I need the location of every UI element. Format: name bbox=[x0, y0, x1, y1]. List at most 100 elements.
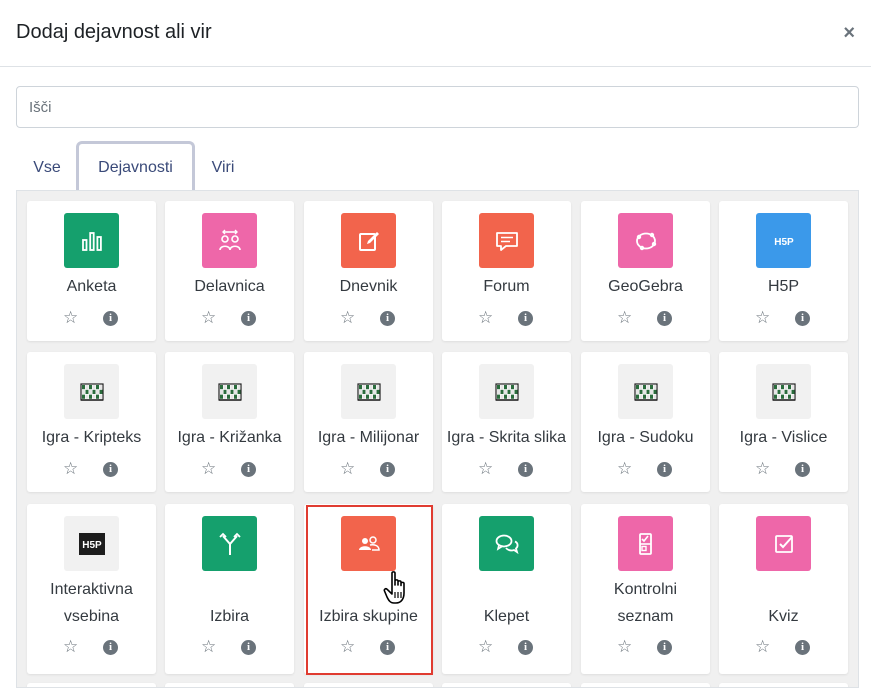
activity-label: Delavnica bbox=[194, 278, 265, 295]
activity-card[interactable]: Igra - Sudoku ☆ i bbox=[581, 352, 710, 492]
info-icon[interactable]: i bbox=[657, 640, 672, 655]
activity-label: Igra - Milijonar bbox=[317, 429, 420, 446]
star-icon[interactable]: ☆ bbox=[201, 460, 216, 478]
game-grid-icon bbox=[341, 364, 396, 419]
game-grid-icon bbox=[618, 364, 673, 419]
activity-card[interactable]: Klepet ☆ i bbox=[442, 504, 571, 674]
activity-card[interactable]: Kontrolni seznam ☆ i bbox=[581, 504, 710, 674]
info-icon[interactable]: i bbox=[795, 640, 810, 655]
info-icon[interactable]: i bbox=[657, 462, 672, 477]
activity-card[interactable]: GeoGebra ☆ i bbox=[581, 201, 710, 341]
activity-card-partial bbox=[719, 683, 848, 687]
tab-vse[interactable]: Vse bbox=[21, 141, 73, 191]
activity-card[interactable]: Igra - Milijonar ☆ i bbox=[304, 352, 433, 492]
activity-label: Kviz bbox=[768, 608, 799, 625]
info-icon[interactable]: i bbox=[241, 462, 256, 477]
activity-label-line2: seznam bbox=[617, 608, 674, 625]
star-icon[interactable]: ☆ bbox=[478, 460, 493, 478]
checklist-icon bbox=[618, 516, 673, 571]
star-icon[interactable]: ☆ bbox=[755, 309, 770, 327]
star-icon[interactable]: ☆ bbox=[201, 309, 216, 327]
info-icon[interactable]: i bbox=[518, 640, 533, 655]
star-icon[interactable]: ☆ bbox=[340, 638, 355, 656]
activity-label: Igra - Križanka bbox=[177, 429, 282, 446]
activity-label: Klepet bbox=[483, 608, 530, 625]
info-icon[interactable]: i bbox=[241, 311, 256, 326]
info-icon[interactable]: i bbox=[380, 462, 395, 477]
activity-card[interactable]: Izbira ☆ i bbox=[165, 504, 294, 674]
activity-card-partial bbox=[304, 683, 433, 687]
info-icon[interactable]: i bbox=[103, 311, 118, 326]
info-icon[interactable]: i bbox=[518, 311, 533, 326]
star-icon[interactable]: ☆ bbox=[755, 638, 770, 656]
close-icon[interactable]: × bbox=[843, 22, 855, 44]
activity-card-partial bbox=[165, 683, 294, 687]
info-icon[interactable]: i bbox=[380, 640, 395, 655]
activity-card[interactable]: Izbira skupine ☆ i bbox=[304, 504, 433, 674]
star-icon[interactable]: ☆ bbox=[617, 460, 632, 478]
info-icon[interactable]: i bbox=[241, 640, 256, 655]
activity-card[interactable]: Igra - Skrita slika ☆ i bbox=[442, 352, 571, 492]
activity-grid: Anketa ☆ i Delavnica ☆ i Dnevnik ☆ i Forum ☆ i GeoGe… bbox=[16, 190, 859, 688]
activity-label: Interaktivna bbox=[50, 581, 133, 598]
game-grid-icon bbox=[479, 364, 534, 419]
info-icon[interactable]: i bbox=[518, 462, 533, 477]
star-icon[interactable]: ☆ bbox=[478, 638, 493, 656]
game-grid-icon bbox=[202, 364, 257, 419]
info-icon[interactable]: i bbox=[103, 640, 118, 655]
activity-card-partial bbox=[442, 683, 571, 687]
activity-card[interactable]: H5P H5P ☆ i bbox=[719, 201, 848, 341]
info-icon[interactable]: i bbox=[795, 462, 810, 477]
game-grid-icon bbox=[64, 364, 119, 419]
info-icon[interactable]: i bbox=[380, 311, 395, 326]
star-icon[interactable]: ☆ bbox=[340, 460, 355, 478]
game-grid-icon bbox=[756, 364, 811, 419]
activity-label: Igra - Vislice bbox=[739, 429, 828, 446]
star-icon[interactable]: ☆ bbox=[201, 638, 216, 656]
activity-card[interactable]: Kviz ☆ i bbox=[719, 504, 848, 674]
activity-label: Igra - Sudoku bbox=[597, 429, 694, 446]
star-icon[interactable]: ☆ bbox=[755, 460, 770, 478]
activity-label: Izbira skupine bbox=[319, 608, 418, 625]
activity-card[interactable]: Igra - Križanka ☆ i bbox=[165, 352, 294, 492]
signpost-icon bbox=[202, 516, 257, 571]
activity-label-line2: vsebina bbox=[63, 608, 120, 625]
h5p-icon: H5P bbox=[756, 213, 811, 268]
star-icon[interactable]: ☆ bbox=[617, 638, 632, 656]
modal-title: Dodaj dejavnost ali vir bbox=[16, 21, 212, 43]
activity-label: Kontrolni bbox=[613, 581, 678, 598]
info-icon[interactable]: i bbox=[103, 462, 118, 477]
tab-viri[interactable]: Viri bbox=[203, 141, 243, 191]
chat-icon bbox=[479, 516, 534, 571]
activity-label: Forum bbox=[483, 278, 530, 295]
people-icon bbox=[202, 213, 257, 268]
star-icon[interactable]: ☆ bbox=[478, 309, 493, 327]
activity-card[interactable]: Dnevnik ☆ i bbox=[304, 201, 433, 341]
activity-card[interactable]: Delavnica ☆ i bbox=[165, 201, 294, 341]
h5p-dark-icon: H5P bbox=[64, 516, 119, 571]
star-icon[interactable]: ☆ bbox=[63, 460, 78, 478]
activity-card[interactable]: Igra - Kripteks ☆ i bbox=[27, 352, 156, 492]
activity-card[interactable]: H5P Interaktivna vsebina ☆ i bbox=[27, 504, 156, 674]
info-icon[interactable]: i bbox=[795, 311, 810, 326]
activity-card[interactable]: Forum ☆ i bbox=[442, 201, 571, 341]
modal-header: Dodaj dejavnost ali vir × bbox=[0, 0, 871, 67]
activity-label: Anketa bbox=[66, 278, 117, 295]
svg-text:H5P: H5P bbox=[774, 237, 794, 248]
activity-card[interactable]: Anketa ☆ i bbox=[27, 201, 156, 341]
tab-dejavnosti[interactable]: Dejavnosti bbox=[76, 141, 195, 191]
info-icon[interactable]: i bbox=[657, 311, 672, 326]
star-icon[interactable]: ☆ bbox=[340, 309, 355, 327]
activity-card[interactable]: Igra - Vislice ☆ i bbox=[719, 352, 848, 492]
geogebra-icon bbox=[618, 213, 673, 268]
activity-card-partial bbox=[27, 683, 156, 687]
activity-card-partial bbox=[581, 683, 710, 687]
activity-label: Igra - Kripteks bbox=[41, 429, 142, 446]
edit-icon bbox=[341, 213, 396, 268]
activity-label: Dnevnik bbox=[339, 278, 398, 295]
activity-label: GeoGebra bbox=[608, 278, 683, 295]
star-icon[interactable]: ☆ bbox=[63, 309, 78, 327]
search-input[interactable] bbox=[16, 86, 859, 128]
star-icon[interactable]: ☆ bbox=[617, 309, 632, 327]
star-icon[interactable]: ☆ bbox=[63, 638, 78, 656]
